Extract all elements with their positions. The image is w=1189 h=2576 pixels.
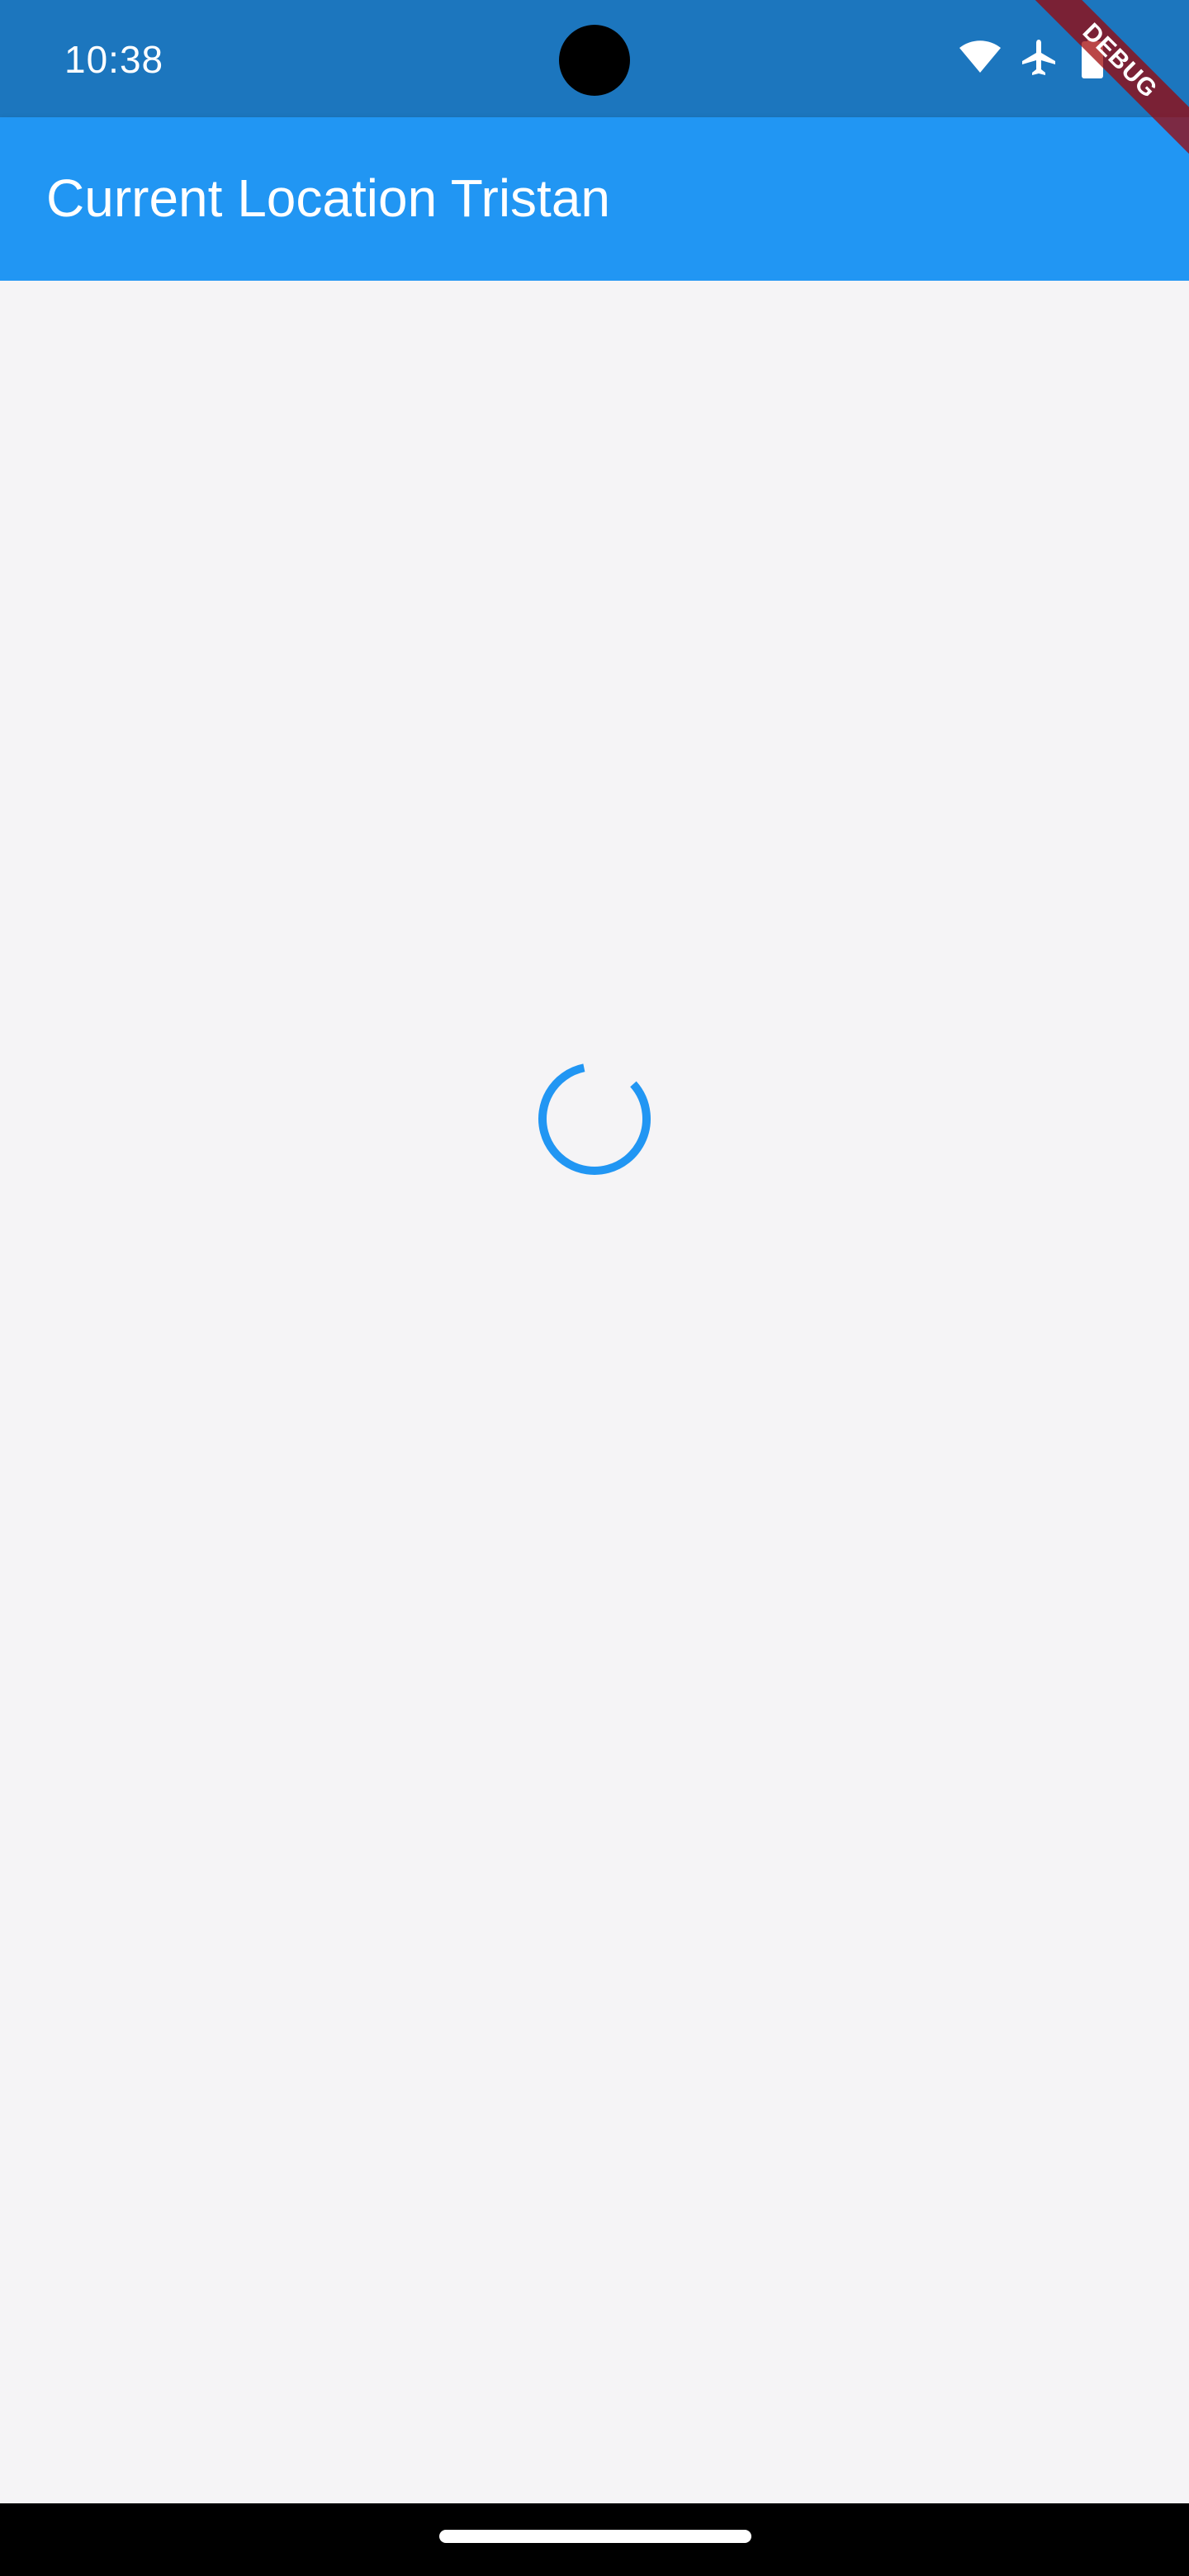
home-indicator[interactable]	[439, 2530, 751, 2543]
progress-spinner	[536, 1060, 653, 1177]
navigation-bar	[0, 2503, 1189, 2576]
camera-cutout	[559, 25, 630, 96]
page-content	[0, 281, 1189, 2503]
airplane-mode-icon	[1019, 38, 1059, 82]
page-title: Current Location Tristan	[46, 168, 610, 228]
battery-icon	[1080, 38, 1105, 83]
status-bar: 10:38	[0, 0, 1189, 117]
status-icons	[958, 38, 1123, 81]
app-bar: Current Location Tristan	[0, 117, 1189, 281]
status-time: 10:38	[64, 38, 164, 81]
wifi-icon	[958, 38, 1002, 78]
